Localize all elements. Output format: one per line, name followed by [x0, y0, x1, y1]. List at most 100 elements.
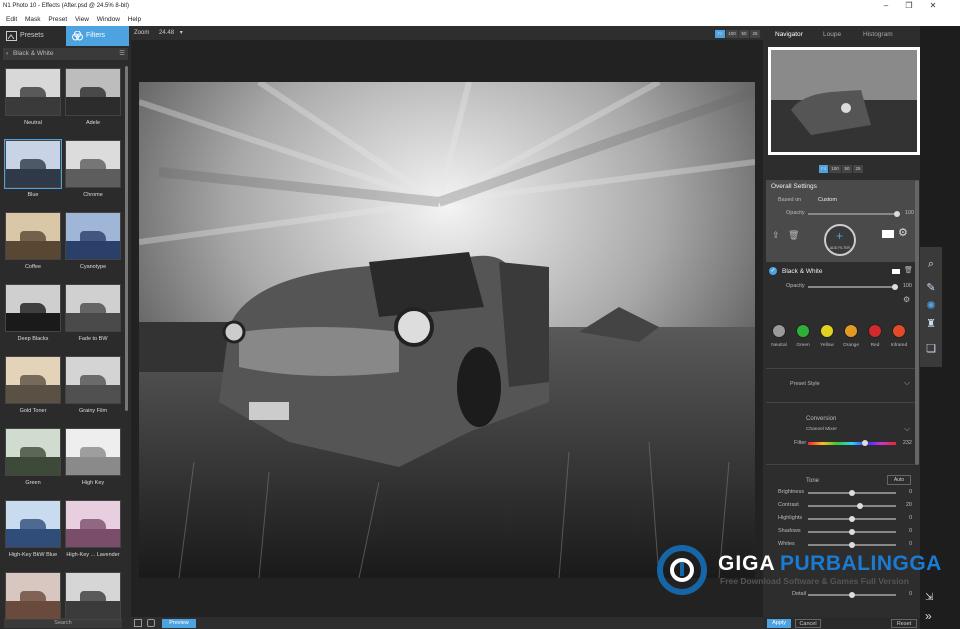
add-filter-button[interactable]: + ADD FILTER: [824, 224, 856, 256]
export-icon[interactable]: ⇲: [925, 592, 933, 603]
share-icon[interactable]: ⇪: [772, 230, 780, 241]
preset-scrollbar[interactable]: [125, 66, 128, 411]
color-preset-orange[interactable]: [844, 324, 858, 338]
nav-zoom-25[interactable]: 25: [853, 165, 863, 173]
cancel-button[interactable]: Cancel: [795, 619, 821, 628]
filter-enabled-check-icon[interactable]: ✓: [769, 267, 777, 275]
color-preset-yellow[interactable]: [820, 324, 834, 338]
expand-panel-icon[interactable]: »: [925, 609, 932, 623]
preset-thumbnail[interactable]: [5, 68, 61, 116]
list-view-icon[interactable]: ☰: [119, 48, 125, 60]
preset-thumbnail[interactable]: [65, 428, 121, 476]
brush-tool-icon[interactable]: ✎: [924, 281, 938, 295]
apply-button[interactable]: Apply: [767, 619, 791, 628]
color-preset-red[interactable]: [868, 324, 882, 338]
zoom-50-button[interactable]: 50: [739, 30, 749, 38]
divider: [766, 402, 915, 403]
close-button[interactable]: ✕: [922, 0, 944, 12]
stamp-tool-icon[interactable]: ♜: [924, 317, 938, 331]
preset-thumbnail[interactable]: [5, 284, 61, 332]
nav-zoom-50[interactable]: 50: [842, 165, 852, 173]
zoom-tool-icon[interactable]: ⌕: [924, 257, 938, 271]
menu-view[interactable]: View: [75, 16, 89, 23]
preset-thumbnail[interactable]: [65, 572, 121, 620]
preset-thumbnail[interactable]: [5, 572, 61, 620]
filter-color-slider[interactable]: [808, 440, 896, 446]
tone-slider[interactable]: [808, 529, 896, 535]
trash-icon[interactable]: 🗑: [788, 230, 799, 241]
zoom-dropdown-icon[interactable]: ▾: [180, 30, 183, 36]
filter-mask-icon[interactable]: [892, 269, 900, 274]
preset-thumbnail[interactable]: [65, 212, 121, 260]
preset-style-label[interactable]: Preset Style: [790, 381, 820, 387]
menu-edit[interactable]: Edit: [6, 16, 17, 23]
category-header[interactable]: ‹ Black & White ☰: [3, 48, 128, 60]
nav-zoom-fit[interactable]: Fit: [819, 165, 828, 173]
watermark-purbalingga: PURBALINGGA: [780, 552, 942, 575]
back-chevron-icon[interactable]: ‹: [6, 48, 8, 60]
maximize-button[interactable]: ❐: [898, 0, 920, 12]
compare-icon[interactable]: [134, 619, 142, 627]
tab-presets[interactable]: Presets: [0, 26, 64, 46]
tab-loupe[interactable]: Loupe: [823, 31, 841, 38]
color-preset-infrared[interactable]: [892, 324, 906, 338]
zoom-value[interactable]: 24.48: [159, 30, 174, 36]
minimize-button[interactable]: –: [875, 0, 897, 12]
nav-zoom-100[interactable]: 100: [829, 165, 841, 173]
navigator-thumbnail[interactable]: [768, 47, 920, 155]
preset-thumbnail[interactable]: [65, 284, 121, 332]
divider: [766, 464, 915, 465]
filter-delete-icon[interactable]: 🗑: [904, 266, 913, 274]
menu-bar: Edit Mask Preset View Window Help: [0, 14, 960, 26]
tab-histogram[interactable]: Histogram: [863, 31, 893, 38]
preset-thumbnail[interactable]: [65, 68, 121, 116]
preset-thumbnail[interactable]: [65, 140, 121, 188]
color-preset-green[interactable]: [796, 324, 810, 338]
zoom-25-button[interactable]: 25: [750, 30, 760, 38]
preset-thumbnail[interactable]: [5, 212, 61, 260]
auto-button[interactable]: Auto: [887, 475, 911, 485]
preset-thumbnail[interactable]: [5, 356, 61, 404]
zoom-fit-button[interactable]: Fit: [715, 30, 725, 38]
preset-thumbnail[interactable]: [4, 139, 62, 189]
menu-window[interactable]: Window: [97, 16, 120, 23]
menu-help[interactable]: Help: [128, 16, 141, 23]
opacity-settings-icon[interactable]: ⚙: [903, 295, 910, 304]
settings-gear-icon[interactable]: ⚙: [898, 226, 908, 239]
tab-filters[interactable]: Filters: [66, 26, 129, 46]
layers-tool-icon[interactable]: ❏: [924, 342, 938, 356]
based-on-value[interactable]: Custom: [818, 197, 837, 203]
overall-opacity-slider[interactable]: [808, 211, 900, 217]
right-panel-scrollbar[interactable]: [915, 180, 919, 465]
mask-icon[interactable]: [147, 619, 155, 627]
menu-preset[interactable]: Preset: [48, 16, 67, 23]
tone-slider[interactable]: [808, 503, 896, 509]
mask-toggle-icon[interactable]: [882, 230, 894, 238]
reset-button[interactable]: Reset: [891, 619, 917, 628]
tone-slider-knob[interactable]: [849, 529, 855, 535]
preset-thumbnail[interactable]: [5, 500, 61, 548]
menu-mask[interactable]: Mask: [25, 16, 41, 23]
preset-thumbnail[interactable]: [5, 428, 61, 476]
preview-button[interactable]: Preview: [162, 619, 196, 628]
zoom-100-button[interactable]: 100: [726, 30, 738, 38]
category-title: Black & White: [13, 50, 54, 57]
preset-style-chevron-icon[interactable]: ⌵: [904, 378, 910, 388]
tone-slider-knob[interactable]: [849, 516, 855, 522]
preset-thumbnail[interactable]: [65, 356, 121, 404]
conversion-chevron-icon[interactable]: ⌵: [904, 424, 910, 434]
tone-slider[interactable]: [808, 490, 896, 496]
preset-label: High-Key ... Lavender: [66, 552, 120, 558]
effects-tool-icon[interactable]: ✺: [924, 299, 938, 313]
overall-settings-section: Overall Settings Based on Custom Opacity…: [766, 180, 915, 262]
bw-opacity-slider[interactable]: [808, 284, 898, 290]
main-photo[interactable]: [139, 82, 755, 578]
conversion-value[interactable]: Channel Mixer: [806, 427, 837, 432]
filter-color-knob[interactable]: [862, 440, 868, 446]
tone-slider[interactable]: [808, 516, 896, 522]
preset-thumbnail[interactable]: [65, 500, 121, 548]
tab-navigator[interactable]: Navigator: [775, 31, 803, 38]
tone-slider-knob[interactable]: [857, 503, 864, 509]
color-preset-neutral[interactable]: [772, 324, 786, 338]
tone-slider-knob[interactable]: [849, 490, 855, 496]
